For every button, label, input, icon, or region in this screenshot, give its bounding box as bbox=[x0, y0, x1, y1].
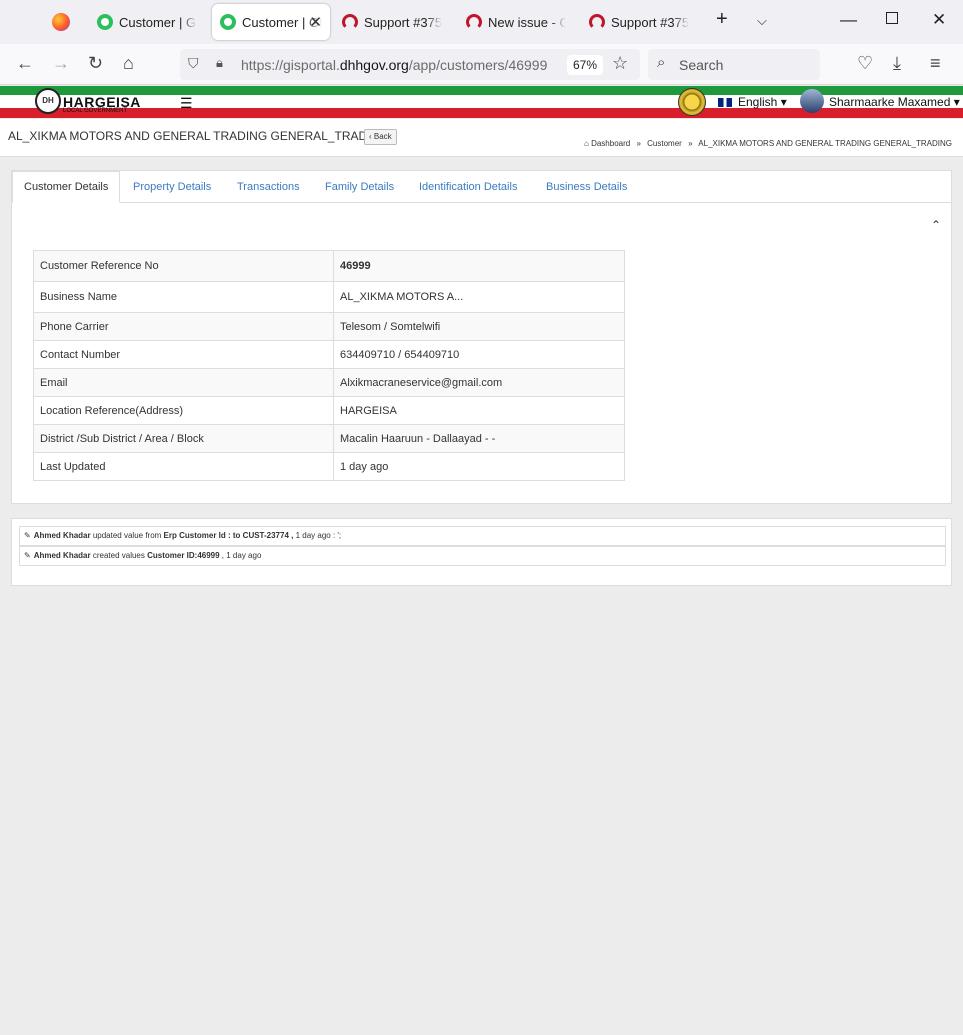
table-row: Business Name AL_XIKMA MOTORS A... bbox=[33, 281, 625, 313]
gis-icon bbox=[220, 14, 236, 30]
table-row: District /Sub District / Area / Block Mac… bbox=[33, 424, 625, 453]
reload-icon[interactable]: ↻ bbox=[88, 53, 103, 74]
breadcrumb: ⌂ Dashboard » Customer » AL_XIKMA MOTORS… bbox=[584, 139, 952, 148]
browser-tab-2[interactable]: Customer | GIS ✕ bbox=[212, 4, 330, 40]
language-selector[interactable]: English ▾ bbox=[718, 95, 787, 109]
url-text[interactable]: https://gisportal.dhhgov.org/app/custome… bbox=[241, 57, 561, 73]
close-tab-icon[interactable]: ✕ bbox=[309, 13, 322, 31]
table-row: Contact Number 634409710 / 654409710 bbox=[33, 340, 625, 369]
edit-icon: ✎ bbox=[24, 531, 31, 540]
list-item: ✎ Ahmed Khadar updated value from Erp Cus… bbox=[19, 526, 946, 546]
minimize-icon[interactable]: — bbox=[840, 10, 857, 30]
downloads-icon[interactable]: ⤓ bbox=[893, 53, 901, 74]
tracking-shield-icon[interactable]: ⛉ bbox=[188, 55, 199, 72]
tab-property-details[interactable]: Property Details bbox=[133, 181, 211, 193]
menu-icon[interactable]: ≡ bbox=[930, 53, 941, 74]
tab-identification-details[interactable]: Identification Details bbox=[419, 181, 517, 193]
breadcrumb-customer[interactable]: Customer bbox=[647, 139, 682, 148]
new-tab-icon[interactable]: + bbox=[716, 8, 728, 31]
table-row: Location Reference(Address) HARGEISA bbox=[33, 396, 625, 425]
tab-business-details[interactable]: Business Details bbox=[546, 181, 627, 193]
browser-tab-3[interactable]: Support #3753 bbox=[334, 4, 450, 40]
maximize-icon[interactable] bbox=[886, 12, 898, 24]
browser-tab-1[interactable]: Customer | GIS bbox=[89, 4, 205, 40]
tab-family-details[interactable]: Family Details bbox=[325, 181, 394, 193]
edit-icon: ✎ bbox=[24, 551, 31, 560]
home-icon: ⌂ bbox=[584, 139, 589, 148]
tab-customer-details[interactable]: Customer Details bbox=[12, 171, 121, 203]
logo-subtext: LOCAL GOVERNMENT bbox=[63, 108, 128, 114]
tab-transactions[interactable]: Transactions bbox=[237, 181, 300, 193]
zoom-level-badge[interactable]: 67% bbox=[567, 55, 603, 75]
firefox-icon[interactable] bbox=[52, 13, 70, 31]
browser-tab-5[interactable]: Support #3755 bbox=[581, 4, 697, 40]
logo-emblem[interactable]: DH bbox=[35, 88, 61, 114]
search-icon: ⌕ bbox=[657, 54, 666, 71]
detail-tabs: Customer Details Property Details Transa… bbox=[12, 171, 951, 203]
table-row: Email Alxikmacraneservice@gmail.com bbox=[33, 368, 625, 397]
page-title: AL_XIKMA MOTORS AND GENERAL TRADING GENE… bbox=[8, 129, 389, 143]
close-window-icon[interactable]: ✕ bbox=[932, 10, 946, 30]
activity-log: ✎ Ahmed Khadar updated value from Erp Cus… bbox=[11, 518, 952, 586]
customer-panel: Customer Details Property Details Transa… bbox=[11, 170, 952, 504]
user-menu[interactable]: Sharmaarke Maxamed ▾ bbox=[829, 95, 960, 109]
support-icon bbox=[342, 14, 358, 30]
collapse-chevron-icon[interactable]: ⌃ bbox=[931, 218, 941, 232]
page-header: AL_XIKMA MOTORS AND GENERAL TRADING GENE… bbox=[0, 119, 963, 157]
back-button[interactable]: ‹ Back bbox=[364, 129, 397, 145]
lock-icon[interactable]: 🔒︎ bbox=[216, 55, 223, 71]
customer-details-table: Customer Reference No 46999 Business Name… bbox=[33, 250, 625, 481]
table-row: Last Updated 1 day ago bbox=[33, 452, 625, 481]
uk-flag-icon bbox=[718, 98, 732, 108]
breadcrumb-current: AL_XIKMA MOTORS AND GENERAL TRADING GENE… bbox=[698, 139, 952, 148]
forward-arrow-icon[interactable]: → bbox=[52, 53, 70, 74]
support-icon bbox=[466, 14, 482, 30]
home-icon[interactable]: ⌂ bbox=[123, 53, 134, 74]
back-arrow-icon[interactable]: ← bbox=[16, 53, 34, 74]
table-row: Phone Carrier Telesom / Somtelwifi bbox=[33, 312, 625, 341]
list-item: ✎ Ahmed Khadar created values Customer ID… bbox=[19, 546, 946, 566]
browser-search-input[interactable]: ⌕ Search bbox=[648, 49, 820, 80]
browser-tab-4[interactable]: New issue - GIS bbox=[458, 4, 574, 40]
government-seal bbox=[678, 88, 706, 116]
pocket-icon[interactable]: ♡ bbox=[857, 53, 873, 74]
bookmark-star-icon[interactable]: ☆ bbox=[612, 53, 628, 74]
breadcrumb-dashboard[interactable]: Dashboard bbox=[591, 139, 630, 148]
table-row: Customer Reference No 46999 bbox=[33, 250, 625, 282]
sidebar-toggle-icon[interactable]: ☰ bbox=[180, 95, 193, 112]
browser-tab-bar: Customer | GIS Customer | GIS ✕ Support … bbox=[0, 0, 963, 44]
list-tabs-icon[interactable]: ⌵ bbox=[757, 13, 767, 29]
gis-icon bbox=[97, 14, 113, 30]
avatar[interactable] bbox=[800, 89, 824, 113]
support-icon bbox=[589, 14, 605, 30]
